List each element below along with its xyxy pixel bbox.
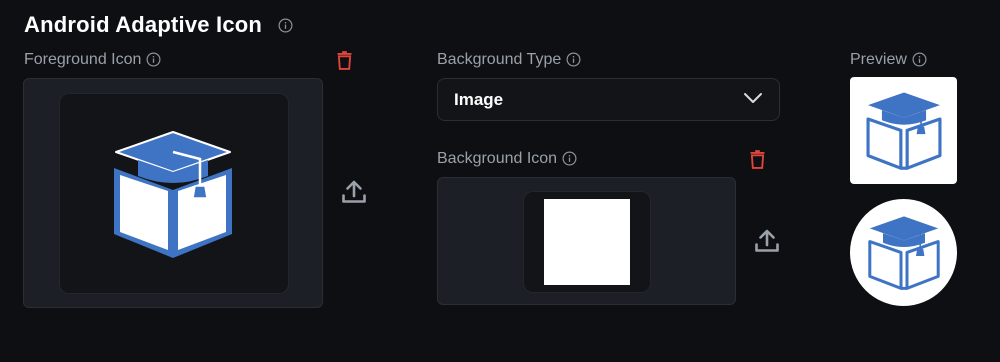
background-type-label-text: Background Type	[437, 51, 562, 68]
background-type-info-icon[interactable]	[566, 51, 581, 69]
foreground-delete-button[interactable]	[336, 53, 352, 73]
graduation-cap-book-icon	[108, 128, 238, 258]
page-title: Android Adaptive Icon	[24, 12, 263, 37]
trash-icon	[337, 51, 352, 75]
upload-icon	[754, 228, 780, 259]
adaptive-icon-panel: Android Adaptive Icon Foreground Icon Ba…	[0, 0, 1000, 362]
preview-square	[850, 77, 957, 184]
preview-label-text: Preview	[850, 51, 907, 68]
foreground-icon-frame	[59, 93, 289, 294]
foreground-upload-button[interactable]	[341, 181, 367, 207]
background-delete-button[interactable]	[749, 152, 765, 172]
background-type-selected-value: Image	[454, 89, 504, 109]
background-icon-label-text: Background Icon	[437, 150, 558, 167]
background-icon-info-icon[interactable]	[562, 150, 577, 168]
upload-icon	[341, 179, 367, 210]
background-upload-button[interactable]	[754, 230, 780, 256]
title-info-icon[interactable]	[278, 17, 293, 35]
graduation-cap-book-icon	[865, 214, 943, 292]
foreground-icon-label: Foreground Icon	[24, 51, 161, 69]
background-icon-label: Background Icon	[437, 150, 577, 168]
preview-circle	[850, 199, 957, 306]
background-type-select[interactable]: Image	[437, 78, 780, 121]
chevron-down-icon	[743, 91, 763, 109]
background-type-label: Background Type	[437, 51, 581, 69]
foreground-label-text: Foreground Icon	[24, 51, 142, 68]
foreground-info-icon[interactable]	[146, 51, 161, 69]
preview-label: Preview	[850, 51, 927, 69]
preview-info-icon[interactable]	[912, 51, 927, 69]
graduation-cap-book-icon	[863, 90, 945, 172]
trash-icon	[750, 150, 765, 174]
background-image-preview	[544, 199, 630, 285]
